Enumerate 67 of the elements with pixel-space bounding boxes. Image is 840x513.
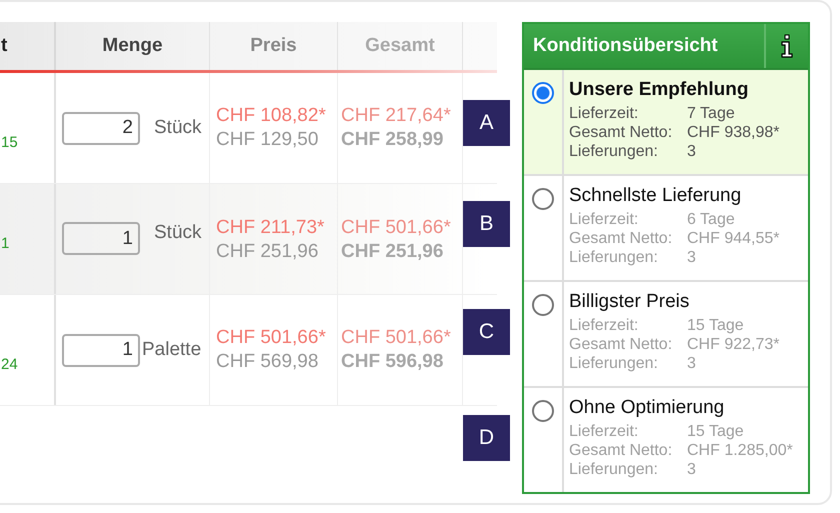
total-gross: CHF 251,96 bbox=[341, 240, 444, 264]
total-gross: CHF 596,98 bbox=[341, 350, 444, 374]
detail-value: CHF 944,55* bbox=[687, 229, 780, 248]
option-tag: C bbox=[463, 309, 510, 355]
detail-value: 3 bbox=[687, 354, 697, 373]
unit-label: Stück bbox=[154, 117, 202, 139]
panel-title: Konditionsübersicht bbox=[532, 34, 719, 58]
detail-value: 15 Tage bbox=[687, 316, 745, 335]
option-row[interactable]: Ohne Optimierung Lieferzeit: 15 Tage Gesamt Netto: CHF 1.285,00* Lieferungen: 3 bbox=[524, 388, 808, 492]
option-tag: A bbox=[463, 100, 510, 146]
detail-value: 3 bbox=[687, 142, 697, 161]
detail-label: Gesamt Netto: bbox=[569, 123, 674, 142]
total-net: CHF 217,64* bbox=[341, 104, 452, 128]
total-net: CHF 501,66* bbox=[341, 216, 452, 240]
option-title: Schnellste Lieferung bbox=[569, 185, 742, 207]
price-gross: CHF 129,50 bbox=[216, 128, 320, 152]
price-net: CHF 501,66* bbox=[216, 326, 327, 350]
detail-label: Lieferzeit: bbox=[569, 210, 640, 229]
detail-label: Lieferungen: bbox=[569, 354, 659, 373]
detail-label: Gesamt Netto: bbox=[569, 441, 674, 460]
column-header: t bbox=[1, 35, 8, 57]
detail-value: 3 bbox=[687, 460, 697, 479]
detail-label: Lieferzeit: bbox=[569, 422, 640, 441]
detail-value: 7 Tage bbox=[687, 104, 736, 123]
option-row[interactable]: Unsere Empfehlung Lieferzeit: 7 Tage Gesamt Netto: CHF 938,98* Lieferungen: 3 bbox=[524, 70, 808, 176]
detail-value: CHF 1.285,00* bbox=[687, 441, 793, 460]
unit-label: Palette bbox=[142, 339, 202, 361]
detail-label: Lieferungen: bbox=[569, 142, 659, 161]
quantity-field[interactable]: 1 bbox=[62, 222, 140, 255]
detail-value: CHF 922,73* bbox=[687, 335, 780, 354]
detail-label: Lieferungen: bbox=[569, 460, 659, 479]
table-cell: 24 bbox=[1, 356, 18, 373]
detail-label: Lieferzeit: bbox=[569, 316, 640, 335]
radio-button[interactable] bbox=[532, 400, 554, 422]
option-title: Unsere Empfehlung bbox=[569, 79, 750, 101]
option-row[interactable]: Schnellste Lieferung Lieferzeit: 6 Tage Gesamt Netto: CHF 944,55* Lieferungen: 3 bbox=[524, 176, 808, 282]
detail-label: Lieferungen: bbox=[569, 248, 659, 267]
radio-button[interactable] bbox=[532, 188, 554, 210]
detail-label: Lieferzeit: bbox=[569, 104, 640, 123]
radio-button[interactable] bbox=[532, 82, 554, 104]
table-cell: 15 bbox=[1, 134, 18, 151]
detail-value: CHF 938,98* bbox=[687, 123, 780, 142]
table-cell: 1 bbox=[1, 235, 10, 252]
column-header: Menge bbox=[102, 35, 163, 57]
detail-value: 15 Tage bbox=[687, 422, 745, 441]
option-tag: D bbox=[463, 415, 510, 461]
option-title: Billigster Preis bbox=[569, 291, 690, 313]
option-row[interactable]: Billigster Preis Lieferzeit: 15 Tage Gesamt Netto: CHF 922,73* Lieferungen: 3 bbox=[524, 282, 808, 388]
column-header: Gesamt bbox=[365, 35, 435, 57]
price-net: CHF 211,73* bbox=[216, 216, 326, 240]
unit-label: Stück bbox=[154, 222, 202, 244]
info-icon[interactable] bbox=[780, 34, 794, 58]
detail-value: 3 bbox=[687, 248, 697, 267]
total-net: CHF 501,66* bbox=[341, 326, 452, 350]
quantity-field[interactable]: 1 bbox=[62, 334, 140, 366]
radio-button[interactable] bbox=[532, 294, 554, 316]
column-header: Preis bbox=[250, 35, 297, 57]
price-gross: CHF 569,98 bbox=[216, 350, 320, 374]
price-net: CHF 108,82* bbox=[216, 104, 327, 128]
option-title: Ohne Optimierung bbox=[569, 397, 726, 419]
detail-label: Gesamt Netto: bbox=[569, 335, 674, 354]
total-gross: CHF 258,99 bbox=[341, 128, 444, 152]
detail-value: 6 Tage bbox=[687, 210, 736, 229]
option-tag: B bbox=[463, 201, 510, 247]
detail-label: Gesamt Netto: bbox=[569, 229, 674, 248]
price-gross: CHF 251,96 bbox=[216, 240, 320, 264]
quantity-field[interactable]: 2 bbox=[62, 112, 140, 144]
